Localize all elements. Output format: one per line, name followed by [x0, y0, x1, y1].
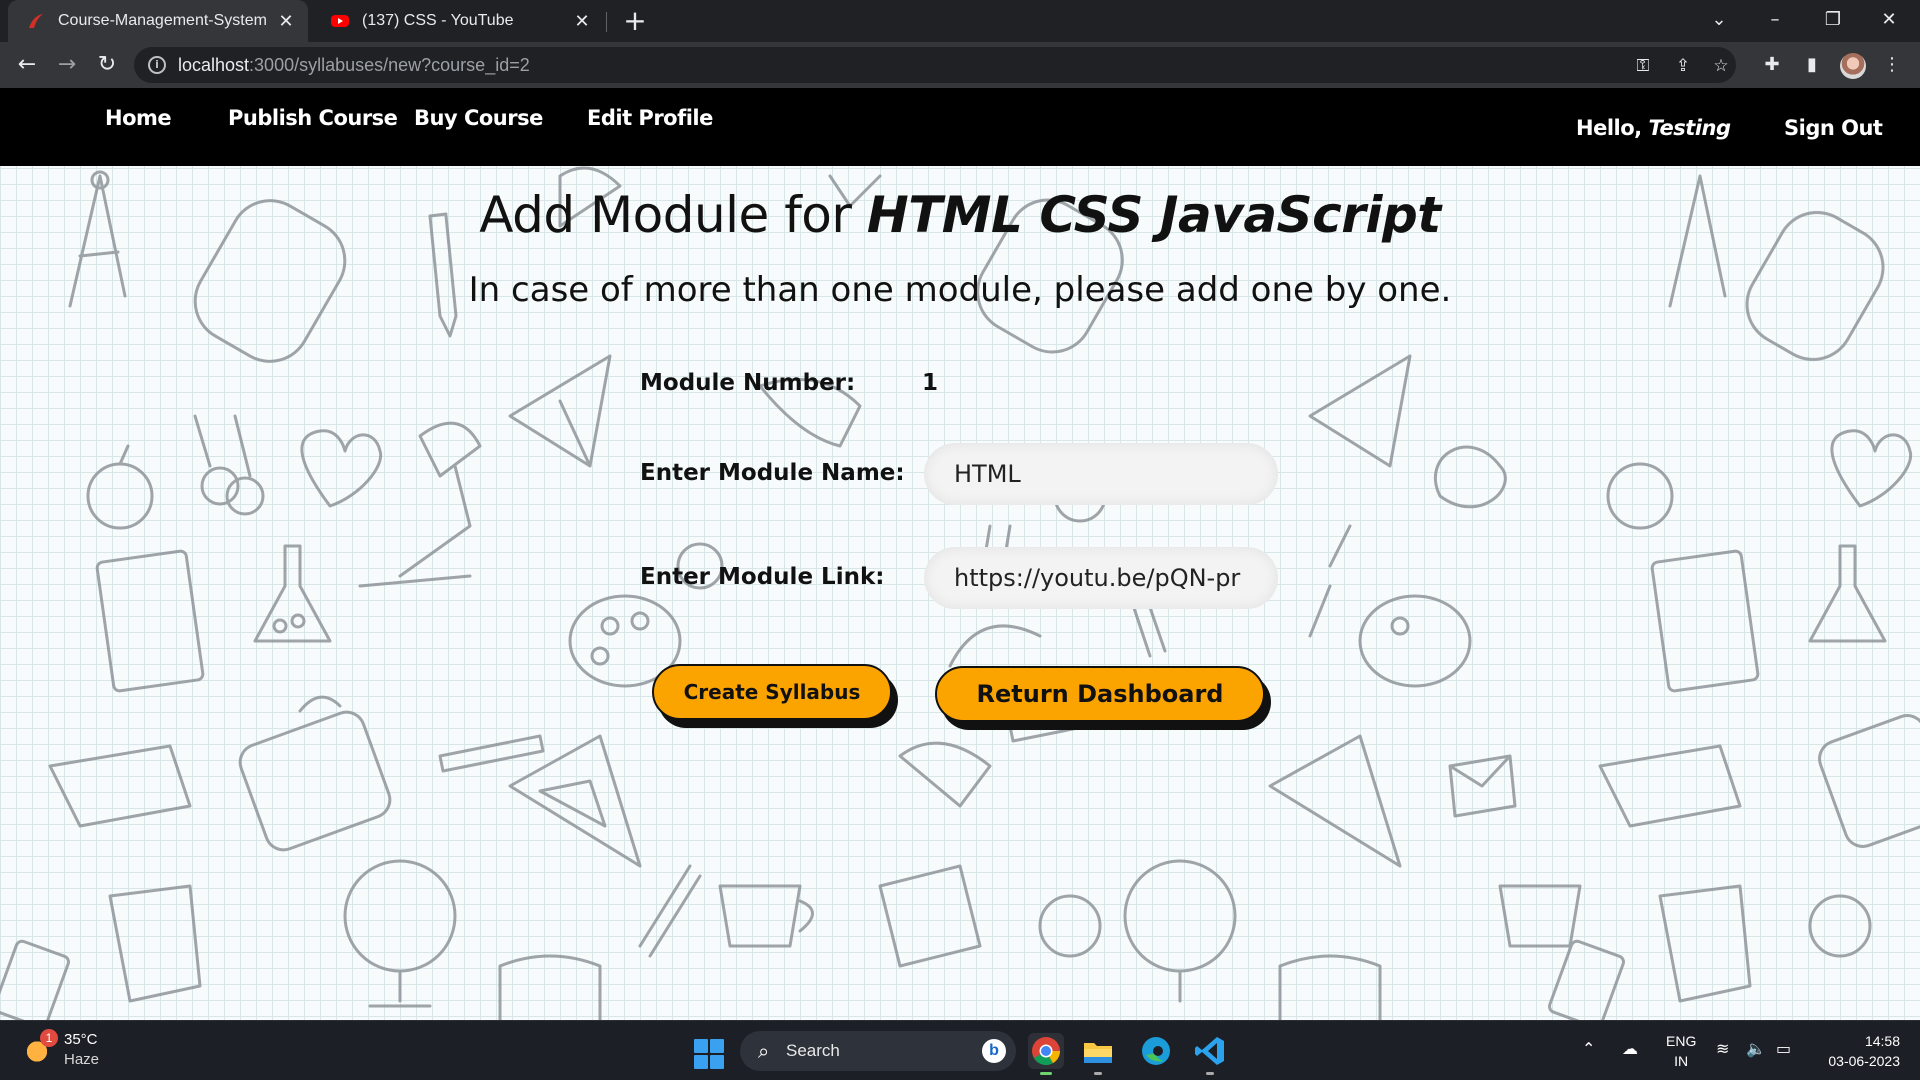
- system-clock[interactable]: 14:58 03-06-2023: [1810, 1031, 1900, 1071]
- tab-course-management[interactable]: Course-Management-System ✕: [8, 0, 308, 42]
- return-dashboard-button[interactable]: Return Dashboard: [935, 666, 1265, 722]
- vscode-icon[interactable]: [1192, 1033, 1228, 1075]
- tab-title: (137) CSS - YouTube: [362, 12, 514, 29]
- page-content: Home Publish Course Buy Course Edit Prof…: [0, 88, 1920, 1020]
- side-panel-icon[interactable]: ▮: [1800, 53, 1824, 77]
- reload-icon[interactable]: ↻: [90, 48, 124, 82]
- module-number-value: 1: [922, 370, 939, 396]
- nav-edit-profile-link[interactable]: Edit Profile: [587, 106, 713, 130]
- language-indicator[interactable]: ENG IN: [1666, 1031, 1696, 1071]
- show-hidden-icons-icon[interactable]: ⌃: [1582, 1039, 1595, 1058]
- tab-separator: [606, 12, 607, 32]
- share-icon[interactable]: ⇪: [1672, 55, 1694, 77]
- module-name-input[interactable]: [924, 443, 1278, 505]
- site-info-icon[interactable]: i: [148, 56, 166, 74]
- close-tab-icon[interactable]: ✕: [272, 11, 300, 32]
- taskbar-search-label: Search: [786, 1041, 840, 1060]
- page-title: Add Module for HTML CSS JavaScript: [479, 186, 1441, 244]
- minimize-button[interactable]: –: [1748, 0, 1802, 42]
- weather-temperature[interactable]: 35°C: [64, 1031, 98, 1048]
- address-bar[interactable]: i localhost:3000/syllabuses/new?course_i…: [134, 47, 1736, 83]
- file-explorer-icon[interactable]: [1080, 1033, 1116, 1075]
- bing-icon[interactable]: b: [982, 1039, 1006, 1063]
- tab-youtube[interactable]: (137) CSS - YouTube ✕: [312, 0, 604, 42]
- site-navbar: Home Publish Course Buy Course Edit Prof…: [0, 88, 1920, 166]
- url-text[interactable]: localhost:3000/syllabuses/new?course_id=…: [178, 55, 530, 76]
- back-icon[interactable]: ←: [10, 48, 44, 82]
- bookmark-star-icon[interactable]: ☆: [1710, 55, 1732, 77]
- module-link-label: Enter Module Link:: [640, 564, 885, 590]
- wifi-icon[interactable]: ≋: [1716, 1039, 1729, 1058]
- close-window-button[interactable]: ✕: [1862, 0, 1916, 42]
- profile-avatar[interactable]: [1840, 53, 1866, 79]
- key-icon[interactable]: ⚿: [1632, 55, 1654, 77]
- module-number-label: Module Number:: [640, 370, 856, 396]
- nav-home-link[interactable]: Home: [105, 106, 172, 130]
- weather-condition[interactable]: Haze: [64, 1051, 99, 1068]
- onedrive-icon[interactable]: ☁: [1622, 1039, 1638, 1058]
- user-name: Testing: [1648, 116, 1731, 140]
- search-icon: ⌕: [758, 1039, 770, 1063]
- youtube-favicon-icon: [330, 11, 350, 31]
- nav-sign-out-link[interactable]: Sign Out: [1784, 116, 1883, 140]
- taskbar-search-box[interactable]: ⌕ Search b: [740, 1031, 1016, 1071]
- nav-buy-course-link[interactable]: Buy Course: [414, 106, 543, 130]
- tab-title: Course-Management-System: [58, 12, 267, 29]
- rails-favicon-icon: [26, 11, 46, 31]
- module-link-input[interactable]: [924, 547, 1278, 609]
- restore-button[interactable]: ❐: [1806, 0, 1860, 42]
- weather-icon[interactable]: 1: [22, 1029, 58, 1065]
- module-name-label: Enter Module Name:: [640, 460, 905, 486]
- extensions-icon[interactable]: ✚: [1760, 53, 1784, 77]
- new-tab-button[interactable]: +: [618, 4, 652, 38]
- course-name: HTML CSS JavaScript: [866, 186, 1441, 244]
- edge-icon[interactable]: [1138, 1033, 1174, 1069]
- windows-start-icon[interactable]: [694, 1039, 724, 1069]
- volume-icon[interactable]: 🔈: [1746, 1039, 1766, 1058]
- browser-toolbar: ← → ↻ i localhost:3000/syllabuses/new?co…: [0, 42, 1920, 88]
- tab-search-icon[interactable]: ⌄: [1692, 0, 1746, 42]
- windows-taskbar: 1 35°C Haze ⌕ Search b ⌃ ☁ ENG IN ≋ 🔈 ▭ 1…: [0, 1020, 1920, 1080]
- nav-publish-course-link[interactable]: Publish Course: [228, 106, 398, 130]
- close-tab-icon[interactable]: ✕: [568, 11, 596, 32]
- browser-tab-strip: Course-Management-System ✕ (137) CSS - Y…: [0, 0, 1920, 42]
- page-subtitle: In case of more than one module, please …: [468, 270, 1452, 310]
- menu-kebab-icon[interactable]: ⋮: [1880, 53, 1904, 77]
- create-syllabus-button[interactable]: Create Syllabus: [652, 664, 892, 720]
- user-greeting: Hello, Testing: [1576, 116, 1731, 140]
- battery-icon[interactable]: ▭: [1776, 1039, 1791, 1058]
- chrome-app-icon[interactable]: [1028, 1033, 1064, 1075]
- notification-badge: 1: [40, 1029, 58, 1047]
- forward-icon[interactable]: →: [50, 48, 84, 82]
